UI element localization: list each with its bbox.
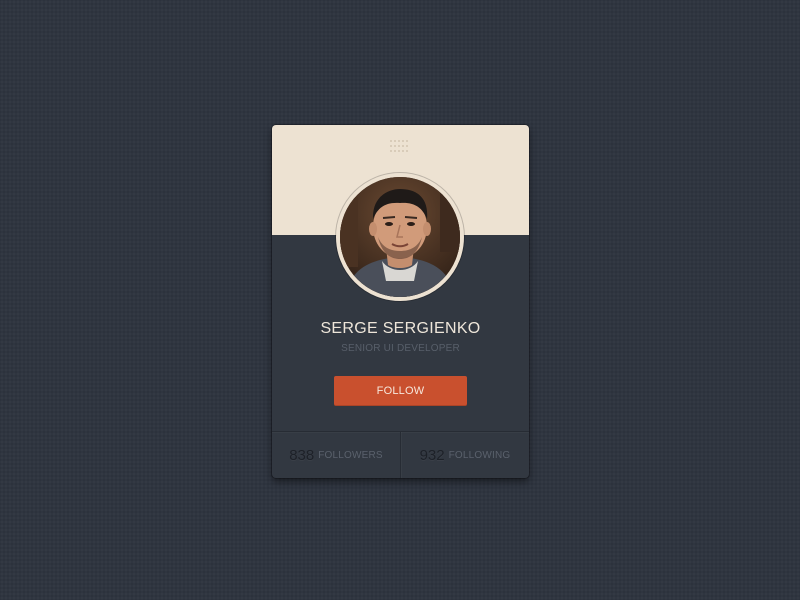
following-stat[interactable]: 932 FOLLOWING xyxy=(400,432,529,478)
avatar xyxy=(336,173,464,301)
followers-stat[interactable]: 838 FOLLOWERS xyxy=(272,432,400,478)
following-label: FOLLOWING xyxy=(448,450,511,461)
grip-dots-icon xyxy=(390,140,412,154)
following-count: 932 xyxy=(419,447,445,464)
follow-button[interactable]: FOLLOW xyxy=(334,376,467,406)
profile-name: SERGE SERGIENKO xyxy=(320,320,481,337)
profile-role: SENIOR UI DEVELOPER xyxy=(341,343,460,354)
profile-card: SERGE SERGIENKO SENIOR UI DEVELOPER FOLL… xyxy=(272,125,529,478)
followers-label: FOLLOWERS xyxy=(318,450,383,461)
stats-bar: 838 FOLLOWERS 932 FOLLOWING xyxy=(272,431,529,478)
user-photo-icon xyxy=(340,177,460,297)
followers-count: 838 xyxy=(289,447,315,464)
